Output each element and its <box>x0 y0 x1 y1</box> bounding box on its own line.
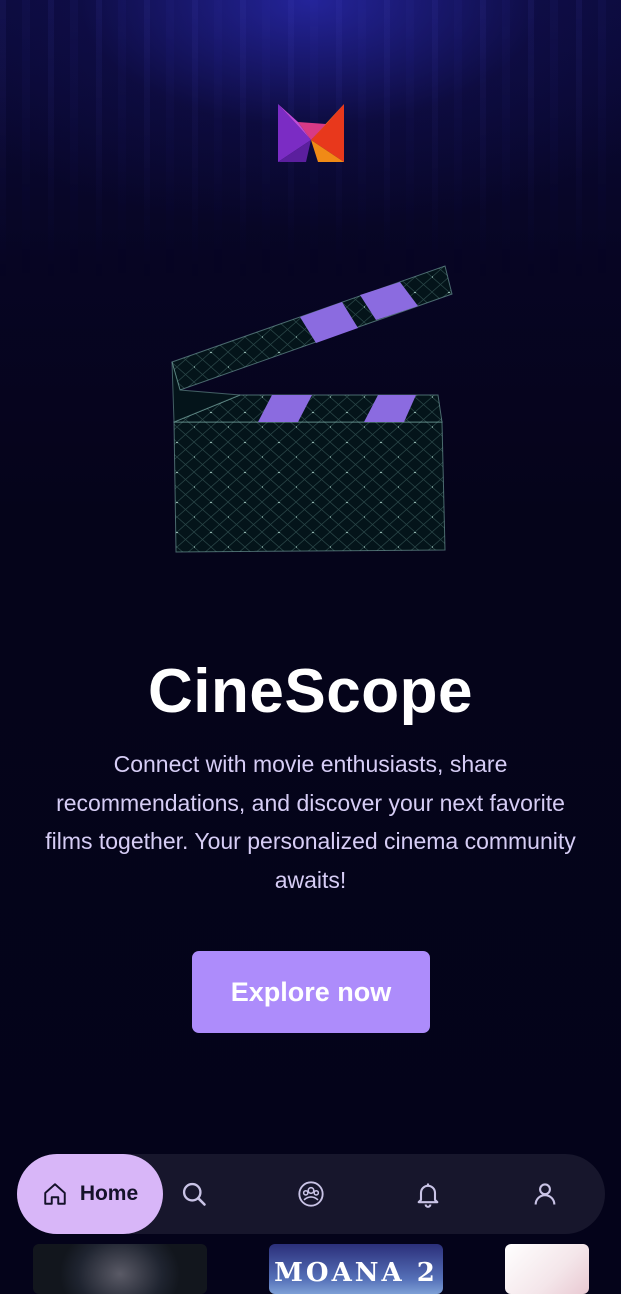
explore-now-button[interactable]: Explore now <box>192 951 430 1033</box>
brand-logo-icon <box>278 104 344 162</box>
home-icon <box>44 1183 66 1205</box>
app-title: CineScope <box>148 657 473 726</box>
bell-icon[interactable] <box>414 1180 442 1208</box>
community-icon[interactable] <box>297 1180 325 1208</box>
movie-thumbnails-row: MOANA 2 <box>0 1244 621 1294</box>
movie-thumbnail-2-title: MOANA 2 <box>274 1258 438 1288</box>
search-icon[interactable] <box>180 1180 208 1208</box>
app-tagline: Connect with movie enthusiasts, share re… <box>45 751 576 893</box>
profile-icon[interactable] <box>531 1180 559 1208</box>
nav-item-home[interactable]: Home <box>17 1154 163 1234</box>
movie-thumbnail-1[interactable] <box>33 1244 207 1294</box>
nav-item-home-label: Home <box>79 1182 139 1205</box>
clapperboard-icon <box>171 265 453 553</box>
movie-thumbnail-2[interactable]: MOANA 2 <box>269 1244 443 1294</box>
movie-thumbnail-3[interactable] <box>505 1244 589 1294</box>
bottom-nav: Home <box>17 1154 605 1234</box>
